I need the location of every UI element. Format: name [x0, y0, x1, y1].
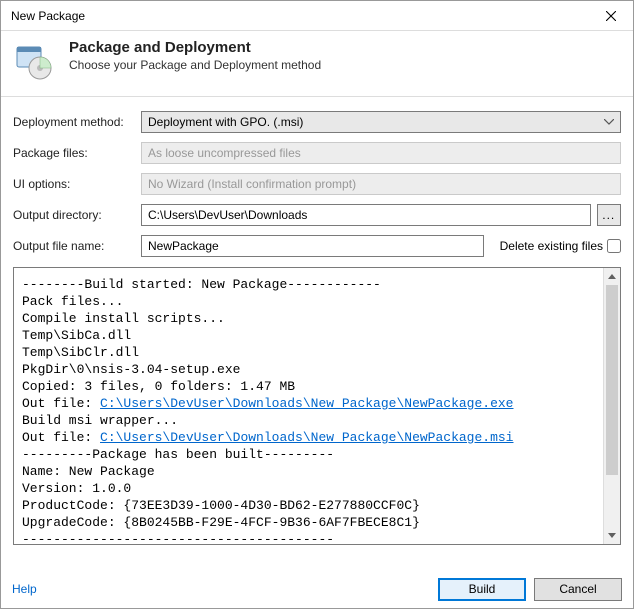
footer: Help Build Cancel: [0, 569, 634, 609]
close-icon: [606, 11, 616, 21]
package-files-label: Package files:: [13, 146, 141, 160]
deployment-method-select[interactable]: Deployment with GPO. (.msi): [141, 111, 621, 133]
ui-options-select: No Wizard (Install confirmation prompt): [141, 173, 621, 195]
output-directory-label: Output directory:: [13, 208, 141, 222]
output-file-name-input[interactable]: [141, 235, 484, 257]
header: Package and Deployment Choose your Packa…: [1, 31, 633, 97]
delete-existing-label: Delete existing files: [500, 239, 603, 253]
log-scrollbar[interactable]: [603, 268, 620, 544]
scroll-up-icon[interactable]: [604, 268, 620, 285]
window-title: New Package: [11, 9, 85, 23]
package-wizard-icon: [15, 41, 55, 84]
delete-existing-checkbox[interactable]: [607, 239, 621, 253]
scroll-down-icon[interactable]: [604, 527, 620, 544]
package-files-select: As loose uncompressed files: [141, 142, 621, 164]
scroll-thumb[interactable]: [606, 285, 618, 475]
cancel-button[interactable]: Cancel: [534, 578, 622, 601]
ui-options-label: UI options:: [13, 177, 141, 191]
out-file-exe-link[interactable]: C:\Users\DevUser\Downloads\New Package\N…: [100, 396, 513, 411]
close-button[interactable]: [588, 1, 633, 30]
deployment-method-label: Deployment method:: [13, 115, 141, 129]
titlebar: New Package: [1, 1, 633, 31]
header-title: Package and Deployment: [69, 39, 321, 56]
help-link[interactable]: Help: [12, 582, 37, 596]
browse-button[interactable]: ...: [597, 204, 621, 226]
out-file-msi-link[interactable]: C:\Users\DevUser\Downloads\New Package\N…: [100, 430, 513, 445]
form-area: Deployment method: Deployment with GPO. …: [1, 97, 633, 257]
output-file-name-label: Output file name:: [13, 239, 141, 253]
build-button[interactable]: Build: [438, 578, 526, 601]
build-log-content[interactable]: --------Build started: New Package------…: [14, 268, 603, 544]
output-directory-input[interactable]: [141, 204, 591, 226]
header-subtitle: Choose your Package and Deployment metho…: [69, 58, 321, 72]
build-log: --------Build started: New Package------…: [13, 267, 621, 545]
